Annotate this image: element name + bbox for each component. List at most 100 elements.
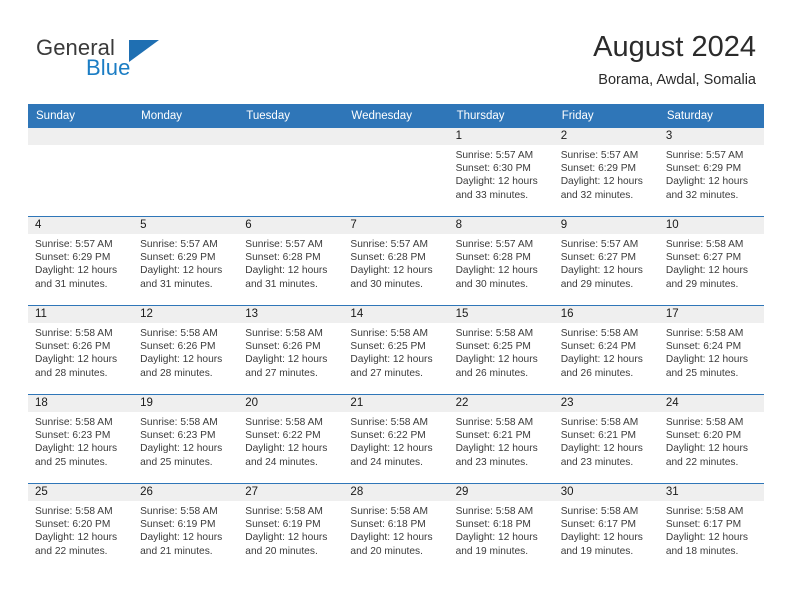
day-daylight-line2-text: and 20 minutes. <box>350 545 423 557</box>
day-daylight-line2-text: and 22 minutes. <box>665 456 739 468</box>
day-cell-inner: 19 Sunrise: 5:58 AM Sunset: 6:23 PM Dayligh… <box>133 395 239 483</box>
day-sun-info: Sunrise: 5:58 AM Sunset: 6:17 PM Daylight:… <box>554 501 659 558</box>
calendar-day-cell[interactable]: 23 Sunrise: 5:58 AM Sunset: 6:21 PM Dayligh… <box>553 394 659 484</box>
day-sun-info: Sunrise: 5:58 AM Sunset: 6:26 PM Daylight:… <box>28 323 133 380</box>
day-sunset-text: Sunset: 6:24 PM <box>560 341 637 353</box>
day-daylight-line1-text: Daylight: 12 hours <box>350 532 433 544</box>
calendar-day-cell[interactable]: 9 Sunrise: 5:57 AM Sunset: 6:27 PM Daylight… <box>553 216 659 306</box>
calendar-day-cell[interactable]: 27 Sunrise: 5:58 AM Sunset: 6:19 PM Dayligh… <box>238 483 344 572</box>
day-sun-info: Sunrise: 5:57 AM Sunset: 6:29 PM Daylight:… <box>659 145 764 202</box>
calendar-day-cell[interactable]: 7 Sunrise: 5:57 AM Sunset: 6:28 PM Daylight… <box>343 216 449 306</box>
calendar-week-row: 11 Sunrise: 5:58 AM Sunset: 6:26 PM Dayligh… <box>28 305 764 395</box>
calendar-day-cell[interactable]: 29 Sunrise: 5:58 AM Sunset: 6:18 PM Dayligh… <box>448 483 554 572</box>
day-sunset-text: Sunset: 6:26 PM <box>140 341 216 353</box>
day-number: 24 <box>658 395 764 412</box>
day-cell-inner: 24 Sunrise: 5:58 AM Sunset: 6:20 PM Dayligh… <box>658 395 764 483</box>
day-sunset-text: Sunset: 6:17 PM <box>560 519 637 531</box>
calendar-day-cell[interactable]: 16 Sunrise: 5:58 AM Sunset: 6:24 PM Dayligh… <box>553 305 659 395</box>
calendar-day-cell[interactable]: 6 Sunrise: 5:57 AM Sunset: 6:28 PM Daylight… <box>238 216 344 306</box>
day-sunset-text: Sunset: 6:20 PM <box>665 430 742 442</box>
day-sunset-text: Sunset: 6:30 PM <box>455 163 531 175</box>
calendar-week-row: 18 Sunrise: 5:58 AM Sunset: 6:23 PM Dayligh… <box>28 394 764 484</box>
calendar-day-cell[interactable]: 10 Sunrise: 5:58 AM Sunset: 6:27 PM Dayligh… <box>658 216 764 306</box>
calendar-day-cell[interactable]: 20 Sunrise: 5:58 AM Sunset: 6:22 PM Dayligh… <box>238 394 344 484</box>
day-daylight-line1-text: Daylight: 12 hours <box>350 354 433 366</box>
day-number: 23 <box>553 395 659 412</box>
calendar-day-cell[interactable]: 24 Sunrise: 5:58 AM Sunset: 6:20 PM Dayligh… <box>658 394 764 484</box>
calendar-day-cell[interactable]: 14 Sunrise: 5:58 AM Sunset: 6:25 PM Dayligh… <box>343 305 449 395</box>
calendar-day-cell[interactable]: 31 Sunrise: 5:58 AM Sunset: 6:17 PM Dayligh… <box>658 483 764 572</box>
weekday-header-tuesday: Tuesday <box>238 104 344 128</box>
calendar-day-cell[interactable]: 25 Sunrise: 5:58 AM Sunset: 6:20 PM Dayligh… <box>28 483 134 572</box>
day-sunrise-text: Sunrise: 5:58 AM <box>35 417 113 428</box>
calendar-day-cell[interactable]: 17 Sunrise: 5:58 AM Sunset: 6:24 PM Dayligh… <box>658 305 764 395</box>
day-sun-info: Sunrise: 5:58 AM Sunset: 6:18 PM Daylight:… <box>343 501 448 558</box>
day-sunset-text: Sunset: 6:17 PM <box>665 519 742 531</box>
day-sunrise-text: Sunrise: 5:58 AM <box>455 417 534 428</box>
day-daylight-line2-text: and 27 minutes. <box>350 367 423 379</box>
day-daylight-line1-text: Daylight: 12 hours <box>665 265 748 277</box>
calendar-day-cell[interactable]: 8 Sunrise: 5:57 AM Sunset: 6:28 PM Daylight… <box>448 216 554 306</box>
day-cell-inner <box>28 128 134 216</box>
calendar-day-cell[interactable]: 28 Sunrise: 5:58 AM Sunset: 6:18 PM Dayligh… <box>343 483 449 572</box>
day-daylight-line2-text: and 27 minutes. <box>245 367 318 379</box>
day-daylight-line1-text: Daylight: 12 hours <box>140 354 223 366</box>
day-sun-info: Sunrise: 5:57 AM Sunset: 6:28 PM Daylight:… <box>343 234 448 291</box>
day-daylight-line1-text: Daylight: 12 hours <box>560 354 643 366</box>
day-number: 22 <box>448 395 554 412</box>
day-daylight-line2-text: and 32 minutes. <box>560 189 634 201</box>
day-number: 12 <box>133 306 239 323</box>
day-sunset-text: Sunset: 6:25 PM <box>350 341 426 353</box>
day-sunrise-text: Sunrise: 5:58 AM <box>245 506 323 517</box>
calendar-day-cell[interactable]: 26 Sunrise: 5:58 AM Sunset: 6:19 PM Dayligh… <box>133 483 239 572</box>
calendar-day-cell[interactable]: 30 Sunrise: 5:58 AM Sunset: 6:17 PM Dayligh… <box>553 483 659 572</box>
day-sunrise-text: Sunrise: 5:57 AM <box>560 150 639 161</box>
day-sunrise-text: Sunrise: 5:57 AM <box>140 239 218 250</box>
calendar-day-cell[interactable]: 11 Sunrise: 5:58 AM Sunset: 6:26 PM Dayligh… <box>28 305 134 395</box>
day-daylight-line1-text: Daylight: 12 hours <box>560 532 643 544</box>
day-sun-info: Sunrise: 5:58 AM Sunset: 6:25 PM Daylight:… <box>449 323 554 380</box>
day-daylight-line1-text: Daylight: 12 hours <box>455 176 538 188</box>
day-cell-inner: 20 Sunrise: 5:58 AM Sunset: 6:22 PM Dayligh… <box>238 395 344 483</box>
day-daylight-line2-text: and 24 minutes. <box>350 456 423 468</box>
day-sunrise-text: Sunrise: 5:58 AM <box>350 506 429 517</box>
day-number: 21 <box>343 395 449 412</box>
calendar-day-cell[interactable]: 12 Sunrise: 5:58 AM Sunset: 6:26 PM Dayligh… <box>133 305 239 395</box>
day-cell-inner: 29 Sunrise: 5:58 AM Sunset: 6:18 PM Dayligh… <box>448 484 554 572</box>
calendar-day-cell[interactable]: 4 Sunrise: 5:57 AM Sunset: 6:29 PM Daylight… <box>28 216 134 306</box>
calendar-day-cell[interactable]: 15 Sunrise: 5:58 AM Sunset: 6:25 PM Dayligh… <box>448 305 554 395</box>
day-sunset-text: Sunset: 6:27 PM <box>560 252 637 264</box>
day-sun-info <box>238 145 343 149</box>
day-sunrise-text: Sunrise: 5:57 AM <box>455 150 534 161</box>
day-daylight-line2-text: and 33 minutes. <box>455 189 529 201</box>
day-sunrise-text: Sunrise: 5:58 AM <box>35 328 113 339</box>
day-sunset-text: Sunset: 6:27 PM <box>665 252 742 264</box>
day-daylight-line2-text: and 26 minutes. <box>455 367 529 379</box>
day-sun-info: Sunrise: 5:58 AM Sunset: 6:25 PM Daylight:… <box>343 323 448 380</box>
day-cell-inner <box>238 128 344 216</box>
weekday-header-wednesday: Wednesday <box>343 104 449 128</box>
calendar-day-cell[interactable]: 1 Sunrise: 5:57 AM Sunset: 6:30 PM Daylight… <box>448 128 554 217</box>
calendar-day-cell[interactable]: 19 Sunrise: 5:58 AM Sunset: 6:23 PM Dayligh… <box>133 394 239 484</box>
calendar-day-cell[interactable]: 3 Sunrise: 5:57 AM Sunset: 6:29 PM Daylight… <box>658 128 764 217</box>
day-sun-info: Sunrise: 5:57 AM Sunset: 6:29 PM Daylight:… <box>28 234 133 291</box>
day-number: 11 <box>28 306 134 323</box>
day-daylight-line1-text: Daylight: 12 hours <box>560 443 643 455</box>
calendar-day-cell[interactable]: 13 Sunrise: 5:58 AM Sunset: 6:26 PM Dayligh… <box>238 305 344 395</box>
brand-logo[interactable]: General Blue <box>36 35 236 87</box>
day-sunset-text: Sunset: 6:22 PM <box>350 430 426 442</box>
day-sunrise-text: Sunrise: 5:58 AM <box>245 417 323 428</box>
day-daylight-line1-text: Daylight: 12 hours <box>245 265 328 277</box>
day-daylight-line2-text: and 18 minutes. <box>665 545 739 557</box>
day-daylight-line2-text: and 24 minutes. <box>245 456 318 468</box>
calendar-day-cell[interactable]: 2 Sunrise: 5:57 AM Sunset: 6:29 PM Daylight… <box>553 128 659 217</box>
calendar-day-cell[interactable]: 21 Sunrise: 5:58 AM Sunset: 6:22 PM Dayligh… <box>343 394 449 484</box>
day-sun-info: Sunrise: 5:58 AM Sunset: 6:17 PM Daylight:… <box>659 501 764 558</box>
calendar-day-cell[interactable]: 5 Sunrise: 5:57 AM Sunset: 6:29 PM Daylight… <box>133 216 239 306</box>
calendar-day-cell[interactable]: 18 Sunrise: 5:58 AM Sunset: 6:23 PM Dayligh… <box>28 394 134 484</box>
day-daylight-line1-text: Daylight: 12 hours <box>140 532 223 544</box>
day-daylight-line2-text: and 26 minutes. <box>560 367 634 379</box>
day-sun-info: Sunrise: 5:58 AM Sunset: 6:21 PM Daylight:… <box>554 412 659 469</box>
calendar-day-cell[interactable]: 22 Sunrise: 5:58 AM Sunset: 6:21 PM Dayligh… <box>448 394 554 484</box>
day-sun-info: Sunrise: 5:57 AM Sunset: 6:29 PM Daylight:… <box>133 234 238 291</box>
